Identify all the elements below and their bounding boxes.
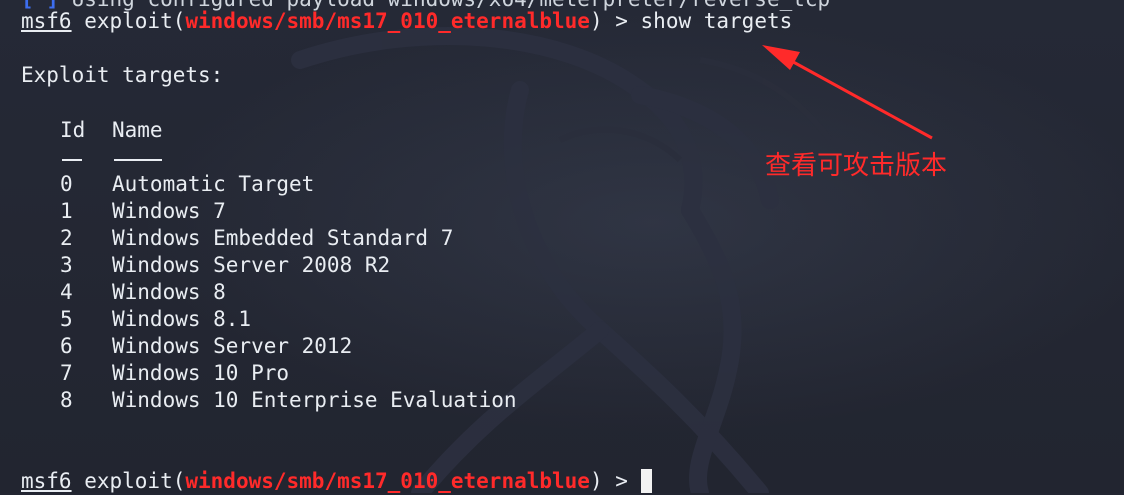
table-row-id: 6 xyxy=(60,334,73,358)
terminal-window[interactable]: [*] Using configured payload windows/x64… xyxy=(0,0,1124,493)
exploit-targets-heading: Exploit targets: xyxy=(21,63,224,87)
table-header-id: Id xyxy=(60,118,86,142)
prompt-line-show-targets: msf6 exploit(windows/smb/ms17_010_eterna… xyxy=(21,8,792,35)
table-row-id: 7 xyxy=(60,361,73,385)
msf-prompt-label: msf6 xyxy=(21,9,72,33)
table-row-id: 2 xyxy=(60,226,73,250)
table-row-name: Windows 10 Enterprise Evaluation xyxy=(112,388,517,412)
table-row-name: Windows Server 2008 R2 xyxy=(112,253,391,277)
table-header-id-underline xyxy=(62,159,82,161)
table-row-name: Windows 8 xyxy=(112,280,226,304)
table-row-id: 1 xyxy=(60,199,73,223)
table-row-name: Windows 8.1 xyxy=(112,307,252,331)
msf-prompt-label: msf6 xyxy=(21,469,72,493)
table-row-id: 5 xyxy=(60,307,73,331)
table-row-name: Automatic Target xyxy=(112,172,315,196)
annotation-label: 查看可攻击版本 xyxy=(765,151,948,181)
exploit-open: exploit( xyxy=(71,469,186,493)
exploit-close: ) > xyxy=(589,469,641,493)
module-name: windows/smb/ms17_010_eternalblue xyxy=(185,9,590,33)
command-text: show targets xyxy=(640,9,793,33)
table-row-id: 4 xyxy=(60,280,73,304)
module-name: windows/smb/ms17_010_eternalblue xyxy=(185,469,590,493)
table-header-name-underline xyxy=(114,159,162,161)
exploit-close: ) > xyxy=(589,9,641,33)
table-row-name: Windows 7 xyxy=(112,199,226,223)
table-row-name: Windows Server 2012 xyxy=(112,334,353,358)
table-row-id: 0 xyxy=(60,172,73,196)
prompt-line-current[interactable]: msf6 exploit(windows/smb/ms17_010_eterna… xyxy=(21,468,652,495)
table-row-name: Windows Embedded Standard 7 xyxy=(112,226,454,250)
exploit-open: exploit( xyxy=(71,9,186,33)
table-header-name: Name xyxy=(112,118,163,142)
table-row-id: 3 xyxy=(60,253,73,277)
text-cursor[interactable] xyxy=(640,469,652,493)
table-row-id: 8 xyxy=(60,388,73,412)
table-row-name: Windows 10 Pro xyxy=(112,361,290,385)
